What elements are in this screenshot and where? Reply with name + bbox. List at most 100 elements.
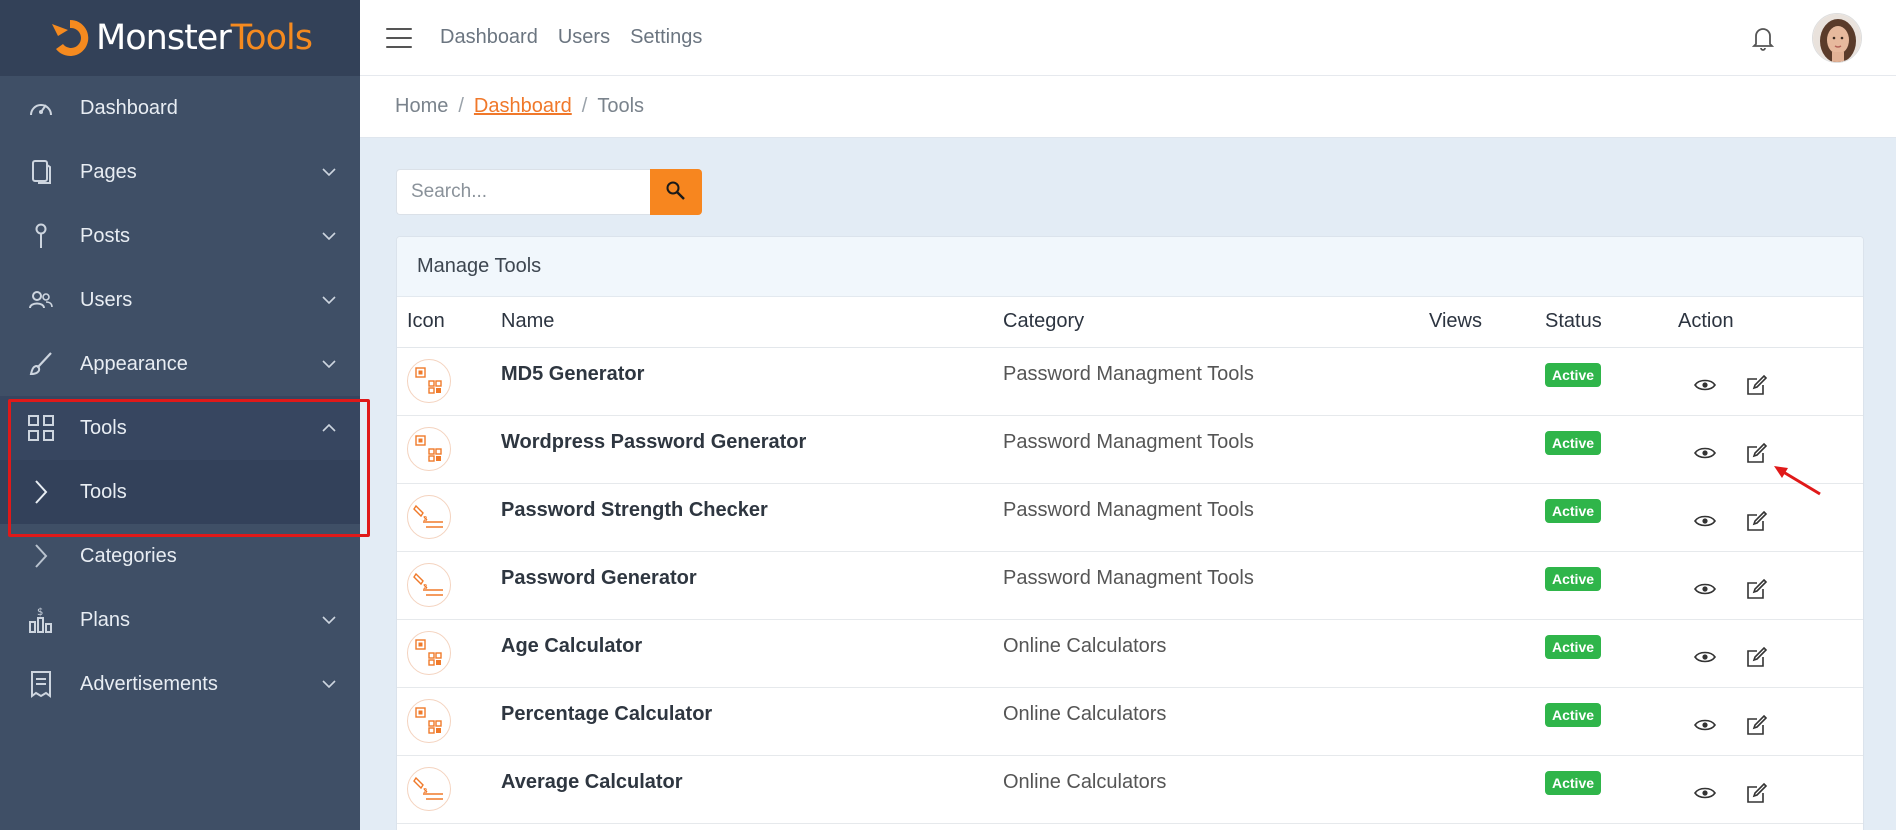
pen-lines-icon: 2 — [407, 767, 451, 811]
search-input[interactable] — [396, 169, 650, 215]
chevron-right-icon — [26, 541, 56, 571]
view-icon[interactable] — [1692, 712, 1718, 738]
table-row[interactable]: 2 Password Strength Checker Password Man… — [397, 483, 1863, 552]
view-icon[interactable] — [1692, 576, 1718, 602]
edit-icon[interactable] — [1744, 712, 1770, 738]
svg-text:2: 2 — [423, 787, 427, 795]
edit-icon[interactable] — [1744, 780, 1770, 806]
view-icon[interactable] — [1692, 780, 1718, 806]
view-icon[interactable] — [1692, 644, 1718, 670]
sidebar-item-advertisements[interactable]: Advertisements — [0, 652, 360, 716]
topbar-right — [1750, 12, 1862, 63]
tool-name: Wordpress Password Generator — [501, 415, 1003, 484]
top-link-users[interactable]: Users — [558, 26, 610, 49]
chevron-down-icon — [320, 675, 338, 693]
topbar: Dashboard Users Settings — [360, 0, 1896, 76]
tool-category: Password Managment Tools — [1003, 415, 1429, 484]
status-badge: Active — [1545, 566, 1602, 591]
view-icon[interactable] — [1692, 508, 1718, 534]
tool-views — [1429, 755, 1545, 824]
tool-category: Online Calculators — [1003, 619, 1429, 688]
tool-views — [1429, 347, 1545, 416]
status-badge: Active — [1545, 770, 1602, 795]
table-row[interactable]: MD5 Generator Password Managment Tools A… — [397, 347, 1863, 416]
tool-category: Online Calculators — [1003, 687, 1429, 756]
breadcrumb-dashboard-link[interactable]: Dashboard — [474, 95, 572, 118]
pin-icon — [26, 221, 56, 251]
brand-logo[interactable]: MonsterTools — [0, 0, 360, 76]
tool-name: Average Calculator — [501, 755, 1003, 824]
status-badge: Active — [1545, 634, 1602, 659]
tool-name: Password Generator — [501, 551, 1003, 620]
column-header-name: Name — [501, 297, 1003, 348]
sidebar-item-dashboard[interactable]: Dashboard — [0, 76, 360, 140]
edit-icon[interactable] — [1744, 508, 1770, 534]
edit-icon[interactable] — [1744, 440, 1770, 466]
card-title: Manage Tools — [397, 237, 1863, 297]
sidebar-subitem-categories[interactable]: Categories — [0, 524, 360, 588]
sidebar-item-plans[interactable]: $ Plans — [0, 588, 360, 652]
sidebar-item-pages[interactable]: Pages — [0, 140, 360, 204]
column-header-category: Category — [1003, 297, 1429, 348]
edit-icon[interactable] — [1744, 576, 1770, 602]
grid-icon — [26, 413, 56, 443]
sidebar-item-label: Posts — [80, 224, 131, 247]
status-badge: Active — [1545, 362, 1602, 387]
tool-views — [1429, 687, 1545, 756]
tool-name: MD5 Generator — [501, 347, 1003, 416]
edit-icon[interactable] — [1744, 372, 1770, 398]
top-link-settings[interactable]: Settings — [630, 26, 702, 49]
table-row[interactable]: 2 Average Calculator Online Calculators … — [397, 755, 1863, 824]
qr-icon — [407, 699, 451, 743]
sidebar-item-label: Dashboard — [80, 96, 178, 119]
sidebar-item-label: Tools — [80, 480, 127, 503]
row-actions — [1678, 500, 1863, 534]
qr-icon — [407, 427, 451, 471]
sidebar-item-appearance[interactable]: Appearance — [0, 332, 360, 396]
search-button[interactable] — [650, 169, 702, 215]
menu-toggle-icon[interactable] — [386, 27, 412, 48]
table-row[interactable]: Age Calculator Online Calculators Active — [397, 619, 1863, 688]
sidebar-item-label: Plans — [80, 608, 131, 631]
row-actions — [1678, 772, 1863, 806]
bell-icon[interactable] — [1750, 24, 1776, 52]
view-icon[interactable] — [1692, 440, 1718, 466]
breadcrumb-separator: / — [581, 95, 588, 117]
sidebar-item-label: Appearance — [80, 352, 188, 375]
pages-icon — [26, 157, 56, 187]
row-actions — [1678, 636, 1863, 670]
svg-text:$: $ — [37, 607, 43, 618]
sidebar-item-tools[interactable]: Tools — [0, 396, 360, 460]
row-actions — [1678, 432, 1863, 466]
avatar[interactable] — [1812, 12, 1862, 63]
qr-icon — [407, 631, 451, 675]
monster-logo-icon — [48, 16, 92, 60]
sidebar-item-users[interactable]: Users — [0, 268, 360, 332]
top-link-dashboard[interactable]: Dashboard — [440, 26, 538, 49]
breadcrumb-home[interactable]: Home — [395, 95, 448, 118]
edit-icon[interactable] — [1744, 644, 1770, 670]
tool-views — [1429, 483, 1545, 552]
breadcrumb-separator: / — [458, 95, 464, 117]
row-actions — [1678, 568, 1863, 602]
status-badge: Active — [1545, 498, 1602, 523]
sidebar-item-posts[interactable]: Posts — [0, 204, 360, 268]
view-icon[interactable] — [1692, 372, 1718, 398]
users-icon — [26, 285, 56, 315]
tool-name: Password Strength Checker — [501, 483, 1003, 552]
sidebar-subitem-tools[interactable]: Tools — [0, 460, 360, 524]
tool-name: Age Calculator — [501, 619, 1003, 688]
sidebar-item-label: Tools — [80, 416, 127, 439]
breadcrumb: Home / Dashboard / Tools — [360, 76, 1896, 138]
table-row[interactable]: Wordpress Password Generator Password Ma… — [397, 415, 1863, 484]
table-row[interactable]: 2 Password Generator Password Managment … — [397, 551, 1863, 620]
column-header-action: Action — [1678, 297, 1863, 348]
gauge-icon — [26, 93, 56, 123]
table-row[interactable]: Percentage Calculator Online Calculators… — [397, 687, 1863, 756]
sidebar-item-label: Advertisements — [80, 672, 218, 695]
tool-views — [1429, 415, 1545, 484]
svg-text:2: 2 — [423, 515, 427, 523]
brand-name: MonsterTools — [96, 18, 313, 58]
sidebar: MonsterTools Dashboard Pages Posts Users… — [0, 0, 360, 830]
tool-views — [1429, 551, 1545, 620]
